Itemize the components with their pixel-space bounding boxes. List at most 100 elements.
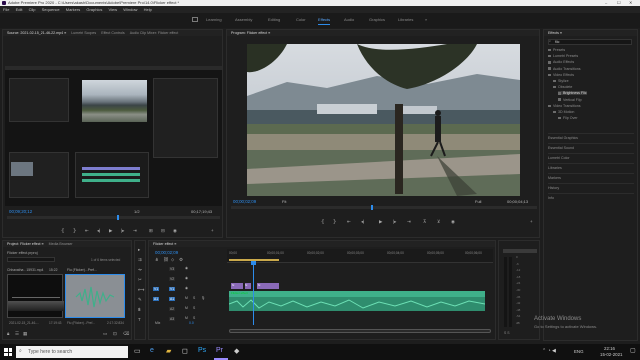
source-scrub-bar[interactable] xyxy=(7,215,220,220)
audio-clip-a1[interactable] xyxy=(228,297,486,311)
icon-view-icon[interactable]: ▦ xyxy=(23,331,27,336)
timeline-timecode[interactable]: 00;00;02;09 xyxy=(155,250,178,255)
program-mark-out-icon[interactable]: ⦄ xyxy=(333,219,336,224)
docked-panel-tab[interactable]: Essential Graphics xyxy=(548,133,634,140)
edge-browser-icon[interactable]: e xyxy=(150,347,154,354)
project-clip2-name[interactable]: Flu (Flicker)...Pref... xyxy=(67,268,97,272)
razor-tool-icon[interactable]: ✂ xyxy=(138,277,142,282)
menu-clip[interactable]: Clip xyxy=(29,7,36,12)
program-fit-select[interactable]: Fit xyxy=(282,199,286,204)
source-playhead[interactable] xyxy=(117,215,119,220)
source-patch-a1[interactable]: A1 xyxy=(153,297,160,301)
windows-start-icon[interactable] xyxy=(4,348,12,356)
timeline-zoom-scrollbar[interactable] xyxy=(229,329,491,333)
new-bin-icon[interactable]: ▭ xyxy=(103,331,107,336)
workspace-graphics[interactable]: Graphics xyxy=(369,17,385,22)
workspace-overflow-button[interactable]: » xyxy=(425,17,427,22)
workspace-learning[interactable]: Learning xyxy=(206,17,222,22)
play-icon[interactable]: ▶ xyxy=(109,228,112,233)
system-tray-icons[interactable]: ⌃ ◔ ◀︎ xyxy=(542,348,556,354)
overwrite-icon[interactable]: ⊟ xyxy=(161,228,165,233)
docked-panel-tab[interactable]: History xyxy=(548,183,634,190)
eye-icon[interactable]: ◉ xyxy=(185,266,188,271)
track-label-v2[interactable]: V2 xyxy=(169,277,176,281)
pen-tool-icon[interactable]: ✎ xyxy=(138,297,142,302)
track-label-a1[interactable]: A1 xyxy=(169,297,176,301)
project-clip2-thumbnail[interactable] xyxy=(65,274,125,318)
hand-tool-icon[interactable]: ✋︎ xyxy=(138,307,141,312)
taskbar-clock-date[interactable]: 15-02-2021 xyxy=(600,352,622,357)
program-add-button-icon[interactable]: + xyxy=(530,219,533,224)
program-go-to-out-icon[interactable]: ⇥ xyxy=(407,219,411,224)
adjustment-clip[interactable]: fx xyxy=(245,283,251,289)
selection-tool-icon[interactable]: ▸ xyxy=(138,247,140,252)
effects-tree-item[interactable]: Video Transitions xyxy=(548,104,581,108)
docked-panel-tab[interactable]: Essential Sound xyxy=(548,143,634,150)
effects-tree-item[interactable]: 3D Motion xyxy=(553,110,574,114)
program-mark-in-icon[interactable]: ⦃ xyxy=(321,219,324,224)
language-indicator[interactable]: ENG xyxy=(574,349,584,354)
solo-icon[interactable]: S xyxy=(193,306,195,311)
program-playhead[interactable] xyxy=(371,205,373,210)
export-frame-icon[interactable]: ◉ xyxy=(173,228,177,233)
source-zoom-select[interactable]: 1/2 xyxy=(134,209,140,214)
playhead-handle[interactable] xyxy=(251,261,256,265)
lift-icon[interactable]: ⊼ xyxy=(423,219,426,224)
new-item-icon[interactable]: ⊡ xyxy=(113,331,117,336)
track-label-v3[interactable]: V3 xyxy=(169,267,176,271)
source-timecode[interactable]: 00;09;20;12 xyxy=(9,209,32,214)
tab-lumetri-scopes[interactable]: Lumetri Scopes xyxy=(71,31,96,35)
trash-icon[interactable]: ⌫ xyxy=(123,331,129,336)
extract-icon[interactable]: ⊻ xyxy=(437,219,440,224)
workspace-assembly[interactable]: Assembly xyxy=(235,17,252,22)
adjustment-clip[interactable]: fx xyxy=(231,283,243,289)
effects-tree-item[interactable]: Video Effects xyxy=(548,73,574,77)
docked-panel-tab[interactable]: Lumetri Color xyxy=(548,153,634,160)
type-tool-icon[interactable]: T xyxy=(138,317,141,322)
timeline-playhead[interactable] xyxy=(253,263,254,325)
effects-tree-item[interactable]: Audio Transitions xyxy=(548,67,581,71)
mute-icon[interactable]: M xyxy=(185,316,188,321)
program-step-back-icon[interactable]: ◂| xyxy=(361,219,364,224)
source-add-button-icon[interactable]: + xyxy=(211,228,214,233)
program-timecode[interactable]: 00;00;02;09 xyxy=(233,199,256,204)
docked-panel-tab[interactable]: Markers xyxy=(548,173,634,180)
mute-icon[interactable]: M xyxy=(185,306,188,311)
go-to-out-icon[interactable]: ⇥ xyxy=(133,228,137,233)
menu-markers[interactable]: Markers xyxy=(66,7,80,12)
program-play-icon[interactable]: ▶ xyxy=(379,219,382,224)
workspace-editing[interactable]: Editing xyxy=(268,17,280,22)
eye-icon[interactable]: ◉ xyxy=(185,286,188,291)
program-go-to-in-icon[interactable]: ⇤ xyxy=(347,219,351,224)
menu-window[interactable]: Window xyxy=(123,7,137,12)
slip-tool-icon[interactable]: ⟷ xyxy=(138,287,144,292)
home-icon[interactable] xyxy=(192,17,198,22)
mark-out-icon[interactable]: ⦄ xyxy=(73,228,76,233)
source-patch-v1[interactable]: V1 xyxy=(153,287,160,291)
tab-project[interactable]: Project: Flicker effect ≡ xyxy=(7,242,44,246)
tab-audio-clip-mixer[interactable]: Audio Clip Mixer: Flicker effect xyxy=(130,31,178,35)
program-scrub-bar[interactable] xyxy=(231,205,537,210)
microphone-icon[interactable]: 🎙︎ xyxy=(201,296,205,301)
app-icon[interactable]: ◆ xyxy=(234,347,239,355)
tab-effects[interactable]: Effects ≡ xyxy=(548,31,562,35)
docked-panel-tab[interactable]: Libraries xyxy=(548,163,634,170)
taskbar-search-box[interactable]: ⌕ Type here to search xyxy=(16,346,128,358)
workspace-effects[interactable]: Effects xyxy=(318,17,330,22)
program-quality-select[interactable]: Full xyxy=(475,199,481,204)
list-view-icon[interactable]: ☰ xyxy=(15,331,19,336)
tab-sequence[interactable]: Flicker effect ≡ xyxy=(153,242,176,246)
menu-sequence[interactable]: Sequence xyxy=(42,7,60,12)
insert-icon[interactable]: ⊞ xyxy=(149,228,153,233)
effects-tree-item[interactable]: Flip Over xyxy=(558,116,578,120)
effects-tree-item[interactable]: Presets xyxy=(548,48,565,52)
tab-program[interactable]: Program: Flicker effect ≡ xyxy=(231,31,270,35)
linked-selection-icon[interactable]: ⛓︎ xyxy=(163,257,169,262)
go-to-in-icon[interactable]: ⇤ xyxy=(85,228,89,233)
mark-in-icon[interactable]: ⦃ xyxy=(61,228,64,233)
timeline-ruler[interactable]: 00;00 00;00;01;00 00;00;02;00 00;00;03;0… xyxy=(227,249,493,263)
effects-tree-item[interactable]: Obsolete xyxy=(553,85,572,89)
tab-source[interactable]: Source: 2021-02-15_21-46-22.mp4 ≡ xyxy=(7,31,66,35)
photoshop-icon[interactable]: Ps xyxy=(198,347,206,354)
mute-icon[interactable]: M xyxy=(185,296,188,301)
